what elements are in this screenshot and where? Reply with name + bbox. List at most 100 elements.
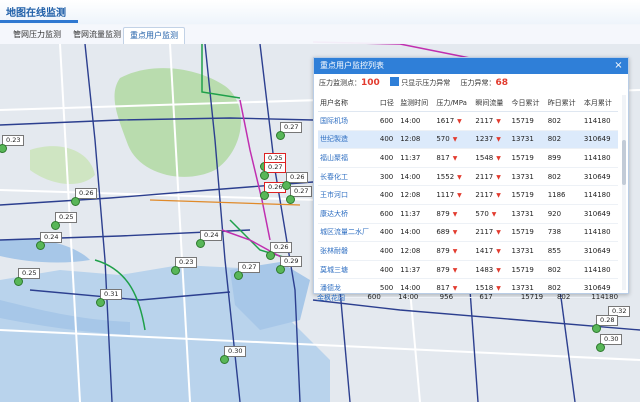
column-header[interactable]: 压力/MPa	[434, 95, 474, 112]
user-name-link[interactable]: 长春化工	[318, 167, 378, 187]
monitor-point-marker-icon[interactable]	[220, 355, 229, 364]
cell-value: 817	[436, 153, 450, 162]
scrollbar-thumb[interactable]	[622, 140, 626, 185]
trend-down-icon: ▼	[496, 136, 501, 144]
table-cell: 400	[377, 148, 399, 168]
user-name-link[interactable]: 国际机场	[318, 111, 378, 131]
user-name-link[interactable]: 福山聚福	[318, 148, 378, 168]
tab-key-users[interactable]: 重点用户监测	[123, 27, 185, 44]
monitor-point-marker-icon[interactable]	[286, 195, 295, 204]
table-cell: 12:08	[398, 241, 435, 261]
pressure-abnormal-value: 68	[495, 78, 509, 88]
partial-cell: 114180	[591, 293, 619, 301]
user-name-link[interactable]: 康达大桥	[318, 204, 378, 224]
table-cell: 2117 ▼	[473, 167, 510, 187]
table-cell: 738	[545, 223, 582, 243]
table-row[interactable]: 康达大桥 600 11:37 879 ▼ 570 ▼ 13731 920 310649	[318, 204, 618, 224]
cell-value: 莫城三塘	[320, 265, 348, 274]
scrollbar[interactable]	[622, 95, 626, 290]
monitor-point-marker-icon[interactable]	[260, 191, 269, 200]
cell-value: 114180	[583, 153, 611, 162]
table-cell: 2117 ▼	[473, 185, 510, 205]
cell-value: 114180	[583, 265, 611, 274]
tab-pipe-pressure[interactable]: 管网压力监测	[8, 27, 66, 43]
table-cell: 570 ▼	[434, 130, 474, 150]
table-cell: 400	[377, 241, 399, 261]
monitor-point-marker-icon[interactable]	[276, 265, 285, 274]
close-icon[interactable]: ×	[613, 60, 624, 71]
table-row[interactable]: 城区流量二水厂 400 14:00 689 ▼ 2117 ▼ 15719 738 114180	[318, 223, 618, 243]
cell-value: 300	[379, 172, 394, 181]
cell-value: 13731	[511, 284, 534, 293]
trend-down-icon: ▼	[457, 192, 462, 200]
column-header[interactable]: 本月累计	[581, 95, 618, 112]
column-header[interactable]: 今日累计	[509, 95, 546, 112]
table-cell: 15719	[509, 148, 546, 168]
user-name-link[interactable]: 张林耐磐	[318, 241, 378, 261]
table-cell: 600	[377, 204, 399, 224]
tab-pipe-flow[interactable]: 管网流量监测	[68, 27, 126, 43]
table-row[interactable]: 莫城三塘 400 11:37 879 ▼ 1483 ▼ 15719 802 114180	[318, 260, 618, 280]
user-name-link[interactable]: 世纪製造	[318, 130, 378, 150]
table-row[interactable]: 张林耐磐 400 12:08 879 ▼ 1417 ▼ 13731 855 310649	[318, 241, 618, 261]
table-row[interactable]: 长春化工 300 14:00 1552 ▼ 2117 ▼ 13731 802 310649	[318, 167, 618, 187]
cell-value: 15719	[511, 116, 534, 125]
cell-value: 310649	[583, 246, 611, 255]
cell-value: 570	[475, 209, 489, 218]
table-cell: 802	[545, 260, 582, 280]
trend-down-icon: ▼	[452, 229, 458, 237]
monitor-point-marker-icon[interactable]	[51, 221, 60, 230]
cell-value: 879	[436, 246, 450, 255]
partial-cell: 956	[439, 293, 454, 301]
cell-value: 12:08	[400, 246, 421, 255]
column-header[interactable]: 用户名称	[318, 95, 378, 112]
only-abnormal-label: 只显示压力异常	[401, 79, 451, 87]
table-cell: 15719	[509, 185, 546, 205]
trend-down-icon: ▼	[452, 154, 458, 162]
monitor-point-marker-icon[interactable]	[276, 131, 285, 140]
cell-value: 王市河口	[320, 191, 348, 200]
partial-cell: 15719	[520, 293, 544, 301]
table-cell: 114180	[581, 148, 618, 168]
table-cell: 13731	[509, 167, 546, 187]
table-row[interactable]: 世纪製造 400 12:08 570 ▼ 1237 ▼ 13731 802 310649	[318, 130, 618, 150]
table-cell: 310649	[581, 130, 618, 150]
monitor-point-marker-icon[interactable]	[96, 298, 105, 307]
table-row[interactable]: 福山聚福 400 11:37 817 ▼ 1548 ▼ 15719 899 114180	[318, 148, 618, 168]
cell-value: 1417	[475, 246, 494, 255]
cell-value: 国际机场	[320, 116, 348, 125]
monitor-point-marker-icon[interactable]	[596, 343, 605, 352]
user-name-link[interactable]: 莫城三塘	[318, 260, 378, 280]
column-header[interactable]: 口径	[377, 95, 399, 112]
monitor-point-marker-icon[interactable]	[196, 239, 205, 248]
table-cell: 1186	[545, 185, 582, 205]
monitor-point-marker-icon[interactable]	[592, 324, 601, 333]
monitor-point-marker-icon[interactable]	[14, 277, 23, 286]
monitor-point-marker-icon[interactable]	[71, 197, 80, 206]
user-name-link[interactable]: 王市河口	[318, 185, 378, 205]
monitor-point-marker-icon[interactable]	[266, 251, 275, 260]
only-abnormal-checkbox[interactable]	[390, 77, 400, 86]
column-header[interactable]: 监测时间	[398, 95, 435, 112]
table-cell: 13731	[509, 241, 546, 261]
panel-title: 重点用户监控列表	[314, 58, 628, 74]
user-name-link[interactable]: 城区流量二水厂	[318, 223, 378, 243]
key-user-table: 用户名称 口径 监测时间 压力/MPa 瞬间流量 今日累计 昨日累计 本月累计 国际机场 600…	[318, 95, 618, 298]
cell-value: 879	[436, 265, 450, 274]
table-row[interactable]: 国际机场 600 14:00 1617 ▼ 2117 ▼ 15719 802 114180	[318, 111, 618, 131]
column-header[interactable]: 昨日累计	[545, 95, 582, 112]
table-cell: 1117 ▼	[434, 185, 474, 205]
monitor-point-marker-icon[interactable]	[36, 241, 45, 250]
column-header[interactable]: 瞬间流量	[473, 95, 510, 112]
monitor-point-marker-icon[interactable]	[234, 271, 243, 280]
monitor-point-marker-icon[interactable]	[171, 266, 180, 275]
partial-cell: 14:00	[398, 293, 419, 301]
cell-value: 600	[379, 116, 394, 125]
monitor-point-marker-icon[interactable]	[260, 171, 269, 180]
trend-down-icon: ▼	[496, 266, 501, 274]
cell-value: 福山聚福	[320, 153, 348, 162]
table-cell: 855	[545, 241, 582, 261]
table-row[interactable]: 王市河口 400 12:08 1117 ▼ 2117 ▼ 15719 1186 114180	[318, 185, 618, 205]
cell-value: 2117	[475, 116, 494, 125]
table-cell: 879 ▼	[434, 204, 474, 224]
